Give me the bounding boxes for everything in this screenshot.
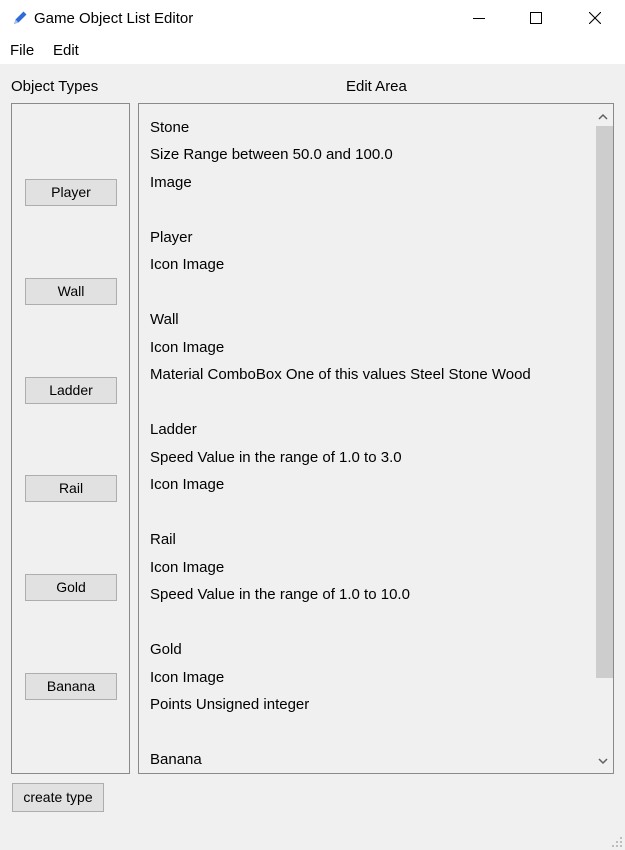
scroll-up-button[interactable]: [593, 106, 613, 126]
edit-line: Ladder: [150, 421, 197, 438]
maximize-icon: [530, 12, 542, 24]
vertical-scrollbar[interactable]: [593, 104, 613, 773]
edit-line: Icon Image: [150, 256, 225, 273]
edit-area[interactable]: Stone Size Range between 50.0 and 100.0 …: [138, 103, 614, 774]
edit-line: Gold: [150, 641, 182, 658]
minimize-icon: [473, 18, 485, 19]
edit-line: Icon Image: [150, 559, 225, 576]
window-title: Game Object List Editor: [34, 10, 194, 27]
edit-line: Speed Value in the range of 1.0 to 10.0: [150, 586, 410, 603]
edit-line: Wall: [150, 311, 179, 328]
minimize-button[interactable]: [450, 0, 508, 36]
type-button-rail[interactable]: Rail: [25, 475, 117, 502]
object-types-panel: Player Wall Ladder Rail Gold Banana: [11, 103, 130, 774]
edit-line: Icon Image: [150, 476, 225, 493]
menu-edit[interactable]: Edit: [53, 42, 79, 59]
edit-line: Material ComboBox One of this values Ste…: [150, 366, 531, 383]
close-icon: [589, 12, 601, 24]
scroll-thumb[interactable]: [596, 126, 613, 678]
menu-file[interactable]: File: [10, 42, 34, 59]
edit-line: Speed Value in the range of 1.0 to 3.0: [150, 449, 402, 466]
edit-line: Stone: [150, 119, 190, 136]
type-button-player[interactable]: Player: [25, 179, 117, 206]
chevron-down-icon: [598, 757, 608, 764]
type-button-banana[interactable]: Banana: [25, 673, 117, 700]
edit-line: Rail: [150, 531, 176, 548]
pencil-icon: [14, 11, 27, 24]
chevron-up-icon: [598, 113, 608, 120]
create-type-button[interactable]: create type: [12, 783, 104, 812]
menu-bar: File Edit: [0, 36, 625, 64]
edit-line: Banana: [150, 751, 202, 768]
resize-grip-icon[interactable]: [612, 837, 622, 847]
edit-line: Size Range between 50.0 and 100.0: [150, 146, 393, 163]
edit-line: Points Unsigned integer: [150, 696, 310, 713]
edit-line: Player: [150, 229, 193, 246]
close-button[interactable]: [566, 0, 624, 36]
title-bar: Game Object List Editor: [0, 0, 625, 36]
object-types-label: Object Types: [11, 78, 99, 95]
type-button-wall[interactable]: Wall: [25, 278, 117, 305]
edit-line: Icon Image: [150, 669, 225, 686]
edit-area-label: Edit Area: [346, 78, 407, 95]
type-button-gold[interactable]: Gold: [25, 574, 117, 601]
type-button-ladder[interactable]: Ladder: [25, 377, 117, 404]
edit-line: Image: [150, 174, 192, 191]
edit-line: Icon Image: [150, 339, 225, 356]
maximize-button[interactable]: [507, 0, 565, 36]
scroll-down-button[interactable]: [593, 751, 613, 771]
